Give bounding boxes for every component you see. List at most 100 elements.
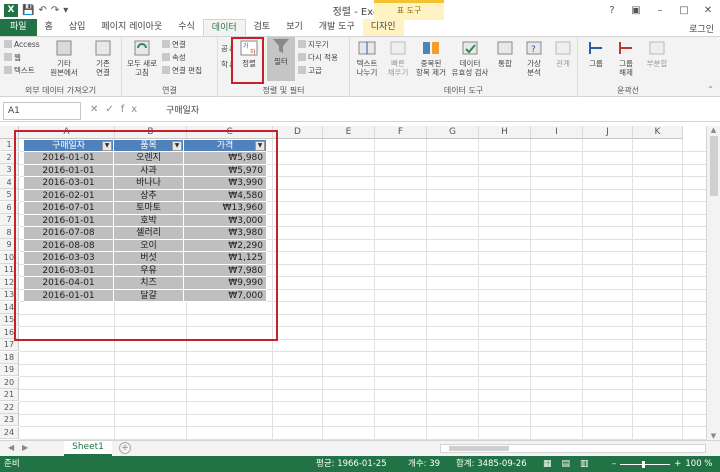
- sort-button-highlight: [231, 37, 264, 84]
- tab-view[interactable]: 보기: [278, 19, 311, 36]
- undo-icon[interactable]: ↶: [38, 5, 46, 16]
- edit-links-button[interactable]: 연결 편집: [162, 65, 202, 76]
- tab-data[interactable]: 데이터: [202, 19, 246, 36]
- close-button[interactable]: ✕: [696, 0, 720, 20]
- zoom-level[interactable]: 100 %: [685, 456, 712, 472]
- collapse-ribbon-icon[interactable]: ⌃: [707, 85, 714, 94]
- flash-fill-button[interactable]: 빠른 채우기: [384, 39, 412, 77]
- ungroup-button[interactable]: 그룹 해제: [612, 39, 640, 77]
- advanced-filter-button[interactable]: 고급: [298, 65, 322, 76]
- svg-text:?: ?: [531, 45, 536, 55]
- column-header-d[interactable]: D: [273, 126, 323, 139]
- zoom-in-icon[interactable]: +: [674, 456, 681, 472]
- prev-sheet-icon[interactable]: ◀: [8, 443, 14, 452]
- ribbon-options-icon[interactable]: ▣: [624, 0, 648, 20]
- horizontal-scrollbar[interactable]: [440, 444, 706, 453]
- data-validation-button[interactable]: 데이터 유효성 검사: [450, 39, 490, 77]
- tab-home[interactable]: 홈: [37, 19, 61, 36]
- redo-icon[interactable]: ↷: [51, 5, 59, 16]
- tab-file[interactable]: 파일: [0, 19, 37, 36]
- status-sum: 합계: 3485-09-26: [456, 459, 527, 469]
- status-bar: 준비 평균: 1966-01-25 개수: 39 합계: 3485-09-26 …: [0, 456, 720, 472]
- column-header-j[interactable]: J: [583, 126, 633, 139]
- other-sources-button[interactable]: 기타 원본에서: [46, 39, 82, 77]
- zoom-out-icon[interactable]: –: [612, 456, 616, 472]
- zoom-slider-thumb[interactable]: [642, 460, 646, 468]
- grid-row-line: [19, 426, 706, 427]
- vertical-scrollbar[interactable]: ▲ ▼: [706, 126, 720, 440]
- horizontal-scroll-thumb[interactable]: [449, 446, 509, 451]
- row-header-18[interactable]: 18: [0, 351, 19, 364]
- vertical-scroll-thumb[interactable]: [709, 136, 718, 196]
- column-header-g[interactable]: G: [427, 126, 479, 139]
- status-ready: 준비: [4, 459, 20, 469]
- page-layout-view-icon[interactable]: ▤: [562, 456, 571, 472]
- reapply-button[interactable]: 다시 적용: [298, 52, 338, 63]
- grid-column-line: [374, 139, 375, 440]
- text-to-columns-button[interactable]: 텍스트 나누기: [352, 39, 382, 77]
- group-external-data: Access 웹 텍스트 기타 원본에서 기존 연결 외부 데이터 가져오기: [0, 37, 122, 97]
- tab-developer[interactable]: 개발 도구: [311, 19, 363, 36]
- what-if-analysis-button[interactable]: ? 가상 분석: [520, 39, 548, 77]
- web-button[interactable]: 웹: [4, 52, 21, 63]
- add-sheet-icon[interactable]: +: [119, 442, 131, 454]
- existing-connections-button[interactable]: 기존 연결: [86, 39, 120, 77]
- relationships-button[interactable]: 관계: [550, 39, 576, 68]
- sheet-tab[interactable]: Sheet1: [64, 441, 112, 456]
- help-icon[interactable]: ?: [600, 0, 624, 20]
- tab-insert[interactable]: 삽입: [61, 19, 94, 36]
- tab-design[interactable]: 디자인: [362, 19, 404, 36]
- consolidate-button[interactable]: 통합: [492, 39, 518, 68]
- formula-input[interactable]: 구매일자: [160, 102, 715, 120]
- grid-column-line: [632, 139, 633, 440]
- grid-row-line: [19, 351, 706, 352]
- zoom-slider[interactable]: [620, 460, 671, 468]
- customize-qat-icon[interactable]: ▾: [63, 5, 68, 16]
- access-button[interactable]: Access: [4, 39, 40, 50]
- column-header-i[interactable]: I: [531, 126, 583, 139]
- grid-row-line: [19, 363, 706, 365]
- tab-review[interactable]: 검토: [246, 19, 279, 36]
- scroll-down-icon[interactable]: ▼: [707, 432, 720, 440]
- next-sheet-icon[interactable]: ▶: [22, 443, 28, 452]
- remove-duplicates-button[interactable]: 중복된 항목 제거: [414, 39, 448, 77]
- row-header-23[interactable]: 23: [0, 414, 19, 426]
- subtotal-button[interactable]: 부분합: [642, 39, 672, 68]
- tab-page-layout[interactable]: 페이지 레이아웃: [93, 19, 170, 36]
- row-header-20[interactable]: 20: [0, 376, 19, 389]
- column-header-e[interactable]: E: [323, 126, 375, 139]
- name-box[interactable]: A1: [3, 102, 81, 120]
- column-header-h[interactable]: H: [479, 126, 531, 139]
- sheet-tab-bar: ◀ ▶ Sheet1 +: [0, 440, 720, 456]
- maximize-button[interactable]: □: [672, 0, 696, 20]
- normal-view-icon[interactable]: ▦: [543, 456, 552, 472]
- grid-column-line: [426, 139, 427, 440]
- refresh-all-button[interactable]: 모두 새로 고침: [124, 39, 160, 77]
- group-label-outline: 윤곽선: [616, 86, 640, 95]
- save-icon[interactable]: 💾: [22, 5, 34, 16]
- sign-in-link[interactable]: 로그인: [689, 22, 714, 35]
- grid-row-line: [19, 413, 706, 415]
- group-label-data-tools: 데이터 도구: [443, 86, 484, 95]
- group-outline: 그룹 그룹 해제 부분합 윤곽선: [578, 37, 678, 97]
- properties-button[interactable]: 속성: [162, 52, 186, 63]
- formula-controls-icon[interactable]: ✕✓fx: [90, 104, 144, 115]
- row-header-22[interactable]: 22: [0, 401, 19, 414]
- row-header-21[interactable]: 21: [0, 389, 19, 401]
- group-button[interactable]: 그룹: [582, 39, 610, 68]
- column-header-f[interactable]: F: [375, 126, 427, 139]
- page-break-view-icon[interactable]: ▥: [580, 456, 589, 472]
- tab-formulas[interactable]: 수식: [170, 19, 203, 36]
- row-header-24[interactable]: 24: [0, 426, 19, 439]
- grid-row-line: [19, 376, 706, 377]
- column-header-k[interactable]: K: [633, 126, 683, 139]
- connections-button[interactable]: 연결: [162, 39, 186, 50]
- minimize-button[interactable]: –: [648, 0, 672, 20]
- scroll-up-icon[interactable]: ▲: [707, 126, 720, 134]
- filter-button[interactable]: 필터: [267, 37, 295, 81]
- text-button[interactable]: 텍스트: [4, 65, 35, 76]
- group-connections: 모두 새로 고침 연결 속성 연결 편집 연결: [122, 37, 218, 97]
- quick-access-toolbar: X 💾 ↶ ↷ ▾: [0, 3, 68, 17]
- row-header-19[interactable]: 19: [0, 364, 19, 376]
- clear-filter-button[interactable]: 지우기: [298, 39, 329, 50]
